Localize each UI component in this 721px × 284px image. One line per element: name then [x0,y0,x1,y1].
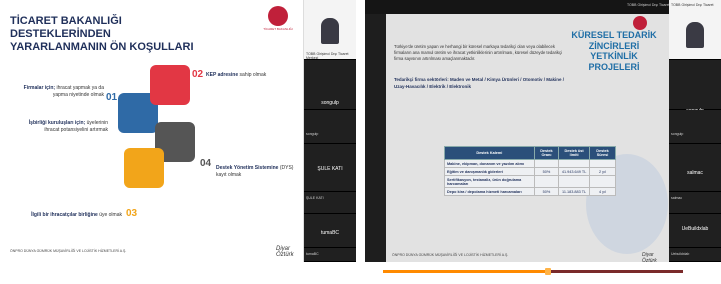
slide-intro-text: Türkiye'de üretim yapan ve herhangi bir … [394,44,563,61]
participant-tile[interactable]: salmac [669,144,721,192]
slide-title: TİCARET BAKANLIĞI DESTEKLERİNDEN YARARLA… [10,15,194,53]
participant-small-label: TOBB Girişimci Dışı Ticaret [671,3,714,7]
item-text-01: Firmalar için; ihracat yapmak ya da yapm… [23,85,104,98]
participant-small-label: songulp [671,132,684,136]
table-header-cell: Destek Oranı [533,146,560,160]
participants-sidebar-left: TOBB Girişimci Dışı Ticaret Merkezi song… [304,0,356,262]
left-screenshot: TİCARET BAKANLIĞI DESTEKLERİNDEN YARARLA… [0,0,356,284]
left-bottom-bar [0,262,356,284]
meeting-top-bar: TOBB Girişimci Dışı Ticaret [365,0,721,14]
table-cell [533,159,560,168]
video-progress-handle[interactable] [545,268,551,275]
puzzle-piece-yellow [124,148,164,188]
participant-tile[interactable]: ŞULE KATI [304,144,356,192]
participant-tile[interactable]: salmac [669,192,721,214]
video-progress-fill [383,270,548,273]
table-cell: 4 yıl [588,187,617,196]
participant-tile[interactable]: tumaBC [304,248,356,262]
participant-video-person [321,18,339,44]
slide-sectors-text: Tedarikçi firma sektörleri: Maden ve Met… [394,77,564,89]
participant-name: UeBuildxlab [681,226,709,232]
table-cell: Depo kira / depolama hizmeti harcamaları [444,187,535,196]
table-cell: 50% [533,187,560,196]
participant-small-label: salmac [671,196,683,200]
participant-small-label: ŞULE KATI [306,196,324,200]
item-text-02: KEP adresine sahip olmak [206,72,267,78]
participant-small-label: TOBB Girişimci Dışı Ticaret Merkezi [306,52,349,60]
table-cell: Eğitim ve danışmanlık giderleri [444,167,535,176]
table-cell [588,159,617,168]
table-cell: 50% [533,167,560,176]
table-cell: 41.943.649 TL [558,167,590,176]
shared-slide-left: TİCARET BAKANLIĞI DESTEKLERİNDEN YARARLA… [0,0,304,262]
participant-tile[interactable]: songulp [669,60,721,114]
table-row: Sertifikasyon, testanaliz, ürün doğrulam… [444,175,617,188]
participant-small-label: songulp [306,132,319,136]
slide-footer: ÖNPRO DÜNYA GÜMRÜK MÜŞAVİRLİĞİ VE LOJİST… [10,249,127,253]
item-number-04: 04 [200,158,212,169]
item-number-02: 02 [192,69,204,80]
participant-name: ŞULE KATI [317,166,343,172]
item-number-01: 01 [106,92,118,103]
participant-tile[interactable]: Uebuildxlab [669,248,721,262]
participant-tile[interactable]: songulp [304,110,356,144]
participant-tile[interactable]: ŞULE KATI [304,192,356,214]
participant-tile[interactable]: songulp [669,110,721,144]
shared-slide-right: KÜRESEL TEDARİK ZİNCİRLERİ YETKİNLİK PRO… [386,14,669,264]
participant-tile[interactable]: songulp [304,60,356,110]
item-text-03: İlgili bir ihracatçılar birliğine üye ol… [31,212,122,218]
table-row: Makine, ekipman, donanım ve yazılım alım… [444,159,617,168]
table-cell [588,175,617,188]
table-cell: Sertifikasyon, testanaliz, ürün doğrulam… [444,175,535,188]
table-cell: 11.183.883 TL [558,187,590,196]
meeting-host-label: TOBB Girişimci Dışı Ticaret [627,3,670,7]
right-screenshot: TOBB Girişimci Dışı Ticaret KÜRESEL TEDA… [365,0,721,284]
table-row: Depo kira / depolama hizmeti harcamaları… [444,187,617,196]
participant-tile-video[interactable]: TOBB Girişimci Dışı Ticaret [669,0,721,60]
participant-tile[interactable]: tumaBC [304,214,356,248]
ministry-logo-caption: TİCARET BAKANLIĞI [263,27,293,31]
item-number-03: 03 [126,208,138,219]
participants-sidebar-right: TOBB Girişimci Dışı Ticaret songulp song… [669,0,721,262]
table-header-row: Destek Kalemi Destek Oranı Destek üst li… [444,146,617,160]
table-header-cell: Destek üst limiti [558,146,590,160]
participant-tile[interactable]: UeBuildxlab [669,214,721,248]
support-table: Destek Kalemi Destek Oranı Destek üst li… [444,146,617,196]
table-cell: Makine, ekipman, donanım ve yazılım alım… [444,159,535,168]
participant-tile-video[interactable]: TOBB Girişimci Dışı Ticaret Merkezi [304,0,356,60]
table-header-cell: Destek Kalemi [444,146,535,160]
participant-video-person [686,22,704,48]
table-cell [533,175,560,188]
item-text-04: Destek Yönetim Sistemine (DYS) kayıt olm… [216,165,294,178]
item-text-extra: İşbirliği kuruluşları için; üyelerinin i… [28,120,108,133]
video-progress-area [365,262,721,284]
participant-name: songulp [321,100,339,106]
participant-small-label: tumaBC [306,252,319,256]
table-row: Eğitim ve danışmanlık giderleri 50% 41.9… [444,167,617,176]
table-cell [558,159,590,168]
presenter-signature: Diyar Öztürk [276,246,294,258]
table-header-cell: Destek Süresi [588,146,617,160]
table-cell [558,175,590,188]
slide-footer: ÖNPRO DÜNYA GÜMRÜK MÜŞAVİRLİĞİ VE LOJİST… [392,253,509,257]
participant-name: tumaBC [320,230,340,236]
puzzle-piece-red [150,65,190,105]
participant-small-label: Uebuildxlab [671,252,690,256]
ministry-logo-icon [633,16,647,30]
slide-title: KÜRESEL TEDARİK ZİNCİRLERİ YETKİNLİK PRO… [571,30,657,72]
table-cell: 2 yıl [588,167,617,176]
participant-name: salmac [687,170,703,176]
ministry-logo-icon [268,6,288,26]
